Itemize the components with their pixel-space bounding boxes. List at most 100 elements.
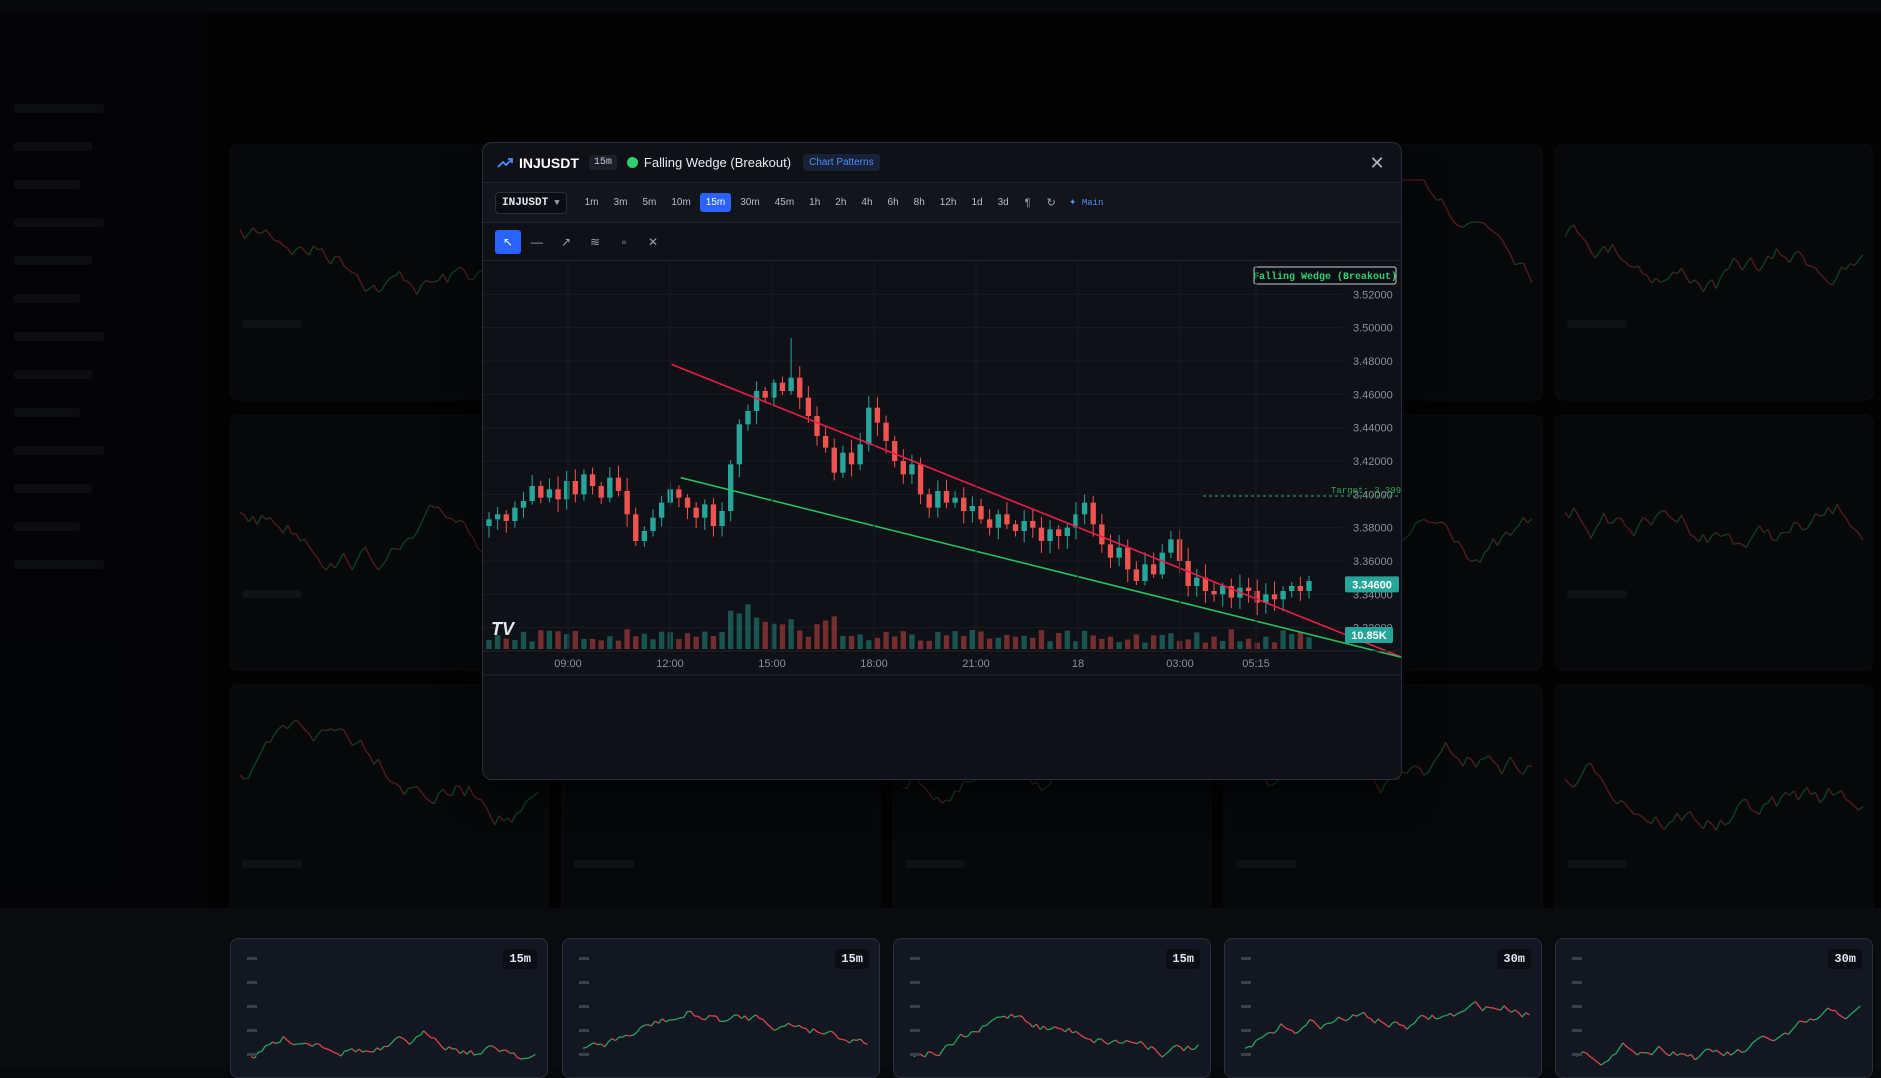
mini-chart-segment — [1364, 1012, 1368, 1017]
volume-bar — [719, 632, 724, 649]
candle-body — [892, 441, 897, 461]
mini-chart-segment — [402, 1038, 406, 1041]
mini-chart-segment — [727, 1018, 731, 1020]
time-tick-label: 03:00 — [1166, 658, 1194, 670]
timeframe-15m[interactable]: 15m — [700, 193, 731, 212]
mini-chart-segment — [1594, 1059, 1598, 1062]
mini-chart-segment — [517, 1058, 521, 1059]
mini-chart-segment — [435, 1038, 439, 1042]
pattern-name: Falling Wedge (Breakout) — [644, 155, 791, 170]
candle-body — [814, 416, 819, 436]
mini-chart-segment — [1587, 1053, 1591, 1056]
mini-chart-segment — [1655, 1046, 1659, 1051]
mini-chart-segment — [301, 1043, 305, 1044]
timeframe-45m[interactable]: 45m — [769, 193, 800, 212]
mini-chart-segment — [662, 1019, 666, 1022]
mini-chart-segment — [1713, 1050, 1717, 1051]
cursor-tool-icon[interactable]: ↖ — [495, 230, 521, 254]
volume-bar — [1125, 640, 1130, 649]
timeframe-4h[interactable]: 4h — [855, 193, 878, 212]
timeframe-3d[interactable]: 3d — [992, 193, 1015, 212]
mini-chart-segment — [1756, 1037, 1760, 1040]
volume-bar — [624, 629, 629, 649]
mini-chart-segment — [1180, 1047, 1184, 1051]
mini-chart-segment — [1673, 1052, 1677, 1056]
volume-bar — [780, 624, 785, 649]
mini-chart-segment — [767, 1023, 771, 1026]
timeframe-5m[interactable]: 5m — [636, 193, 662, 212]
candle-body — [486, 519, 491, 526]
horizontal-line-icon[interactable]: — — [524, 230, 550, 254]
candle-body — [1056, 529, 1061, 536]
mini-chart-card[interactable]: 30m — [1224, 938, 1542, 1078]
timeframe-30m[interactable]: 30m — [734, 193, 765, 212]
refresh-icon[interactable]: ↻ — [1040, 192, 1063, 213]
mini-axis-tick — [247, 957, 257, 960]
candle-body — [797, 378, 802, 398]
symbol-select[interactable]: INJUSDT ▼ — [495, 192, 567, 214]
mini-chart-segment — [1069, 1028, 1073, 1033]
mini-chart-segment — [1270, 1032, 1274, 1033]
timeframe-10m[interactable]: 10m — [665, 193, 696, 212]
mini-chart-segment — [1277, 1024, 1281, 1030]
candle-body — [573, 481, 578, 494]
volume-bar — [573, 631, 578, 649]
timeframe-1d[interactable]: 1d — [965, 193, 988, 212]
chart-patterns-tag[interactable]: Chart Patterns — [803, 154, 879, 171]
mini-chart-segment — [1152, 1046, 1156, 1049]
trend-line-icon[interactable]: ↗ — [553, 230, 579, 254]
mini-chart-segment — [1065, 1028, 1069, 1031]
candle-body — [581, 474, 586, 494]
fib-icon[interactable]: ≋ — [582, 230, 608, 254]
timeframe-1m[interactable]: 1m — [579, 193, 605, 212]
timeframe-8h[interactable]: 8h — [908, 193, 931, 212]
candle-body — [555, 489, 560, 499]
candle-body — [659, 503, 664, 518]
paragraph-icon[interactable]: ¶ — [1018, 193, 1038, 213]
price-chart[interactable]: 3.520003.500003.480003.460003.440003.420… — [483, 261, 1402, 780]
price-tick-label: 3.52000 — [1353, 289, 1393, 301]
volume-bar — [1289, 634, 1294, 649]
volume-bar — [849, 636, 854, 649]
mini-chart-segment — [1508, 1010, 1512, 1013]
mini-chart-card[interactable]: 30m — [1555, 938, 1873, 1078]
mini-chart-card[interactable]: 15m — [230, 938, 548, 1078]
mini-chart-segment — [1130, 1042, 1134, 1043]
volume-bar — [1306, 637, 1311, 649]
mini-chart-timeframe-badge: 30m — [1497, 949, 1531, 969]
mini-chart-segment — [312, 1044, 316, 1047]
timeframe-1h[interactable]: 1h — [803, 193, 826, 212]
volume-bar — [1220, 641, 1225, 649]
timeframe-2h[interactable]: 2h — [829, 193, 852, 212]
mini-chart-segment — [1745, 1048, 1749, 1052]
volume-bar — [685, 633, 690, 649]
candle-body — [1272, 594, 1277, 599]
mini-chart-segment — [1123, 1040, 1127, 1042]
volume-bar — [702, 632, 707, 649]
timeframe-12h[interactable]: 12h — [934, 193, 963, 212]
volume-bar — [1091, 635, 1096, 649]
main-indicator-toggle[interactable]: ✦ Main — [1069, 198, 1104, 208]
mini-chart-card[interactable]: 15m — [562, 938, 880, 1078]
mini-chart-segment — [1105, 1042, 1109, 1044]
timeframe-3m[interactable]: 3m — [608, 193, 634, 212]
mini-chart-segment — [1360, 1012, 1364, 1014]
volume-bar — [1298, 632, 1303, 649]
rectangle-icon[interactable]: ▫ — [611, 230, 637, 254]
mini-chart-segment — [1493, 1008, 1497, 1009]
mini-chart-segment — [280, 1036, 284, 1042]
mini-chart-segment — [839, 1039, 843, 1040]
mini-chart-segment — [1285, 1027, 1289, 1029]
candle-body — [521, 501, 526, 508]
mini-chart-segment — [1720, 1053, 1724, 1056]
mini-chart-segment — [366, 1051, 370, 1052]
mini-chart-card[interactable]: 15m — [893, 938, 1211, 1078]
mini-chart-segment — [1522, 1013, 1526, 1017]
mini-chart-segment — [1331, 1021, 1335, 1023]
timeframe-6h[interactable]: 6h — [882, 193, 905, 212]
candle-body — [918, 464, 923, 494]
mini-chart-segment — [391, 1039, 395, 1043]
close-icon[interactable]: ✕ — [1367, 153, 1387, 173]
clear-drawings-icon[interactable]: ✕ — [640, 230, 666, 254]
mini-chart-segment — [283, 1036, 287, 1040]
